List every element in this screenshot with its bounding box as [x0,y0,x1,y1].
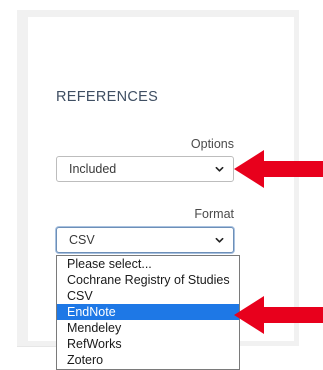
dropdown-option-please-select[interactable]: Please select... [57,256,239,272]
format-select-value: CSV [69,233,95,247]
dropdown-option-endnote[interactable]: EndNote [57,304,239,320]
format-select[interactable]: CSV [56,227,234,253]
dropdown-option-refworks[interactable]: RefWorks [57,336,239,352]
dropdown-option-cochrane[interactable]: Cochrane Registry of Studies [57,272,239,288]
format-dropdown-list: Please select... Cochrane Registry of St… [56,255,240,370]
dropdown-option-zotero[interactable]: Zotero [57,352,239,368]
dropdown-option-csv[interactable]: CSV [57,288,239,304]
format-label: Format [194,207,234,221]
chevron-down-icon [215,237,224,243]
options-select[interactable]: Included [56,156,234,182]
chevron-down-icon [215,166,224,172]
section-title: REFERENCES [56,89,159,105]
options-select-value: Included [69,162,117,176]
options-label: Options [190,137,234,151]
dropdown-option-mendeley[interactable]: Mendeley [57,320,239,336]
red-arrow-icon [234,150,323,188]
red-arrow-icon [234,296,323,334]
